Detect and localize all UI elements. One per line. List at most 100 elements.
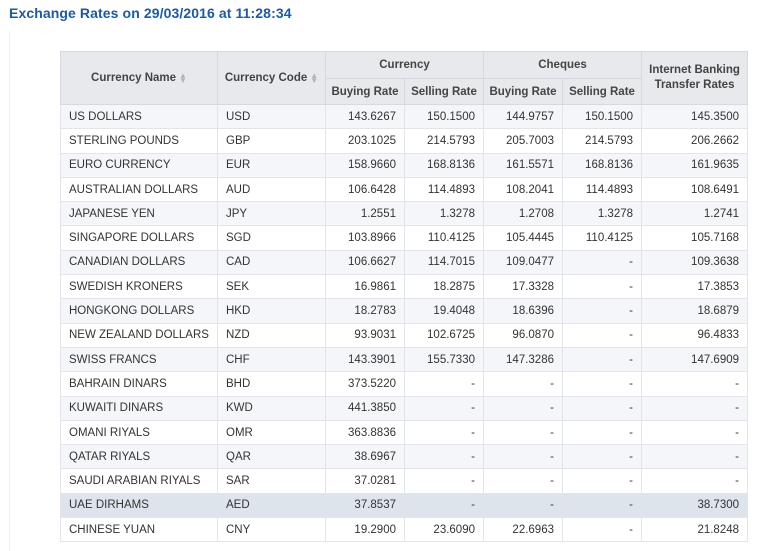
table-row: QATAR RIYALS QAR 38.6967- - - - (60, 444, 749, 470)
currency-buying-rate-cell: 38.6967 (325, 444, 405, 470)
internet-banking-rate-cell: 105.7168 (641, 225, 749, 251)
cheques-selling-rate-cell: 114.4893 (561, 176, 643, 203)
table-row: CANADIAN DOLLARS CAD 106.6627 114.7015 109.0… (60, 249, 749, 276)
currency-code-cell: AUD (217, 176, 326, 203)
internet-banking-rate-cell: 147.6909 (641, 346, 749, 373)
internet-banking-header-line1: Internet Banking (649, 64, 740, 76)
internet-banking-rate-cell: - (641, 468, 749, 494)
currency-name-cell: AUSTRALIAN DOLLARS (60, 176, 218, 203)
currency-selling-rate-cell: 114.7015 (404, 249, 484, 276)
currency-name-cell: QATAR RIYALS (60, 444, 218, 470)
currency-selling-rate-cell: 214.5793 (404, 128, 484, 154)
currency-buying-rate-cell: 203.1025 (325, 128, 405, 154)
currency-selling-rate-cell: 18.2875 (404, 274, 484, 300)
table-row: SWISS FRANCS CHF 143.3901 155.7330 147.3286-… (60, 346, 749, 373)
cheques-buying-rate-cell: 18.6396 (483, 298, 563, 324)
currency-selling-rate-cell: 23.6090 (404, 517, 484, 543)
currency-name-cell: US DOLLARS (60, 103, 218, 130)
column-header-currency-code[interactable]: Currency Code ▲ ▼ (217, 51, 326, 105)
currency-buying-rate-cell: 103.8966 (325, 225, 405, 251)
cheques-selling-rate-cell: 168.8136 (561, 152, 643, 178)
currency-code-cell: GBP (217, 128, 326, 154)
column-header-cheques-buying: Buying Rate (483, 78, 563, 105)
currency-name-cell: SINGAPORE DOLLARS (60, 225, 218, 251)
column-header-currency-code-label: Currency Code (224, 72, 308, 84)
cheques-buying-rate-cell: 161.5571 (483, 152, 563, 178)
currency-selling-rate-cell: 114.4893 (404, 176, 484, 203)
currency-code-cell: HKD (217, 298, 326, 324)
currency-buying-rate-cell: 16.9861 (325, 274, 405, 300)
cheques-buying-rate-cell: 147.3286 (483, 346, 563, 373)
column-header-currency-name-label: Currency Name (91, 72, 177, 84)
currency-name-cell: BAHRAIN DINARS (60, 371, 218, 397)
internet-banking-rate-cell: 161.9635 (641, 152, 749, 178)
table-row: AUSTRALIAN DOLLARS AUD 106.6428 114.4893 108… (60, 176, 749, 203)
cheques-selling-rate-cell: 1.3278 (561, 201, 643, 227)
currency-name-cell: OMANI RIYALS (60, 419, 218, 446)
cheques-buying-rate-cell: 108.2041 (483, 176, 563, 203)
currency-selling-rate-cell: - (404, 444, 484, 470)
table-row: HONGKONG DOLLARS HKD 18.2783 19.4048 18.6396… (60, 298, 749, 324)
currency-name-cell: SAUDI ARABIAN RIYALS (60, 468, 218, 494)
column-group-currency: Currency (325, 51, 484, 79)
currency-name-cell: EURO CURRENCY (60, 152, 218, 178)
table-row: STERLING POUNDS GBP 203.1025 214.5793 205.70… (60, 128, 749, 154)
currency-name-cell: CHINESE YUAN (60, 517, 218, 543)
currency-selling-rate-cell: 110.4125 (404, 225, 484, 251)
table-row: JAPANESE YEN JPY 1.2551 1.3278 1.2708 1.3278 1… (60, 201, 749, 227)
cheques-selling-rate-cell: - (561, 298, 643, 324)
currency-code-cell: CAD (217, 249, 326, 276)
currency-selling-rate-cell: 102.6725 (404, 322, 484, 348)
cheques-buying-rate-cell: 22.6963 (483, 517, 563, 543)
currency-name-cell: STERLING POUNDS (60, 128, 218, 154)
table-row: KUWAITI DINARS KWD 441.3850- - - - (60, 395, 749, 421)
column-header-currency-name[interactable]: Currency Name ▲ ▼ (60, 51, 218, 105)
cheques-selling-rate-cell: - (561, 492, 643, 519)
cheques-buying-rate-cell: 1.2708 (483, 201, 563, 227)
internet-banking-rate-cell: 145.3500 (641, 103, 749, 130)
internet-banking-rate-cell: 38.7300 (641, 492, 749, 519)
currency-code-cell: JPY (217, 201, 326, 227)
currency-buying-rate-cell: 158.9660 (325, 152, 405, 178)
cheques-selling-rate-cell: - (561, 371, 643, 397)
cheques-buying-rate-cell: 105.4445 (483, 225, 563, 251)
currency-buying-rate-cell: 93.9031 (325, 322, 405, 348)
table-row: BAHRAIN DINARS BHD 373.5220- - - - (60, 371, 749, 397)
currency-name-cell: NEW ZEALAND DOLLARS (60, 322, 218, 348)
sort-icon: ▲ ▼ (179, 70, 187, 85)
internet-banking-header-line2: Transfer Rates (654, 79, 735, 91)
internet-banking-rate-cell: - (641, 395, 749, 421)
internet-banking-rate-cell: 96.4833 (641, 322, 749, 348)
currency-code-cell: USD (217, 103, 326, 130)
cheques-buying-rate-cell: - (483, 492, 563, 519)
cheques-selling-rate-cell: - (561, 274, 643, 300)
table-row: SINGAPORE DOLLARS SGD 103.8966 110.4125 105.… (60, 225, 749, 251)
table-row: US DOLLARS USD 143.6267 150.1500 144.9757 150… (60, 103, 749, 130)
currency-code-cell: KWD (217, 395, 326, 421)
cheques-selling-rate-cell: - (561, 395, 643, 421)
currency-buying-rate-cell: 37.8537 (325, 492, 405, 519)
table-row: OMANI RIYALS OMR 363.8836- - - - (60, 419, 749, 446)
cheques-buying-rate-cell: 205.7003 (483, 128, 563, 154)
table-row: CHINESE YUAN CNY 19.2900 23.6090 22.6963-21.… (60, 517, 749, 543)
cheques-selling-rate-cell: - (561, 322, 643, 348)
internet-banking-rate-cell: 1.2741 (641, 201, 749, 227)
currency-selling-rate-cell: 19.4048 (404, 298, 484, 324)
currency-code-cell: CNY (217, 517, 326, 543)
currency-buying-rate-cell: 18.2783 (325, 298, 405, 324)
currency-code-cell: AED (217, 492, 326, 519)
currency-selling-rate-cell: 168.8136 (404, 152, 484, 178)
cheques-selling-rate-cell: - (561, 468, 643, 494)
currency-selling-rate-cell: 150.1500 (404, 103, 484, 130)
currency-selling-rate-cell: 1.3278 (404, 201, 484, 227)
currency-buying-rate-cell: 1.2551 (325, 201, 405, 227)
currency-buying-rate-cell: 37.0281 (325, 468, 405, 494)
content-divider (9, 31, 10, 551)
cheques-selling-rate-cell: 110.4125 (561, 225, 643, 251)
internet-banking-rate-cell: 109.3638 (641, 249, 749, 276)
exchange-rates-table: Currency Name ▲ ▼ Currency Code ▲ ▼ Currency… (60, 51, 749, 543)
internet-banking-rate-cell: 206.2662 (641, 128, 749, 154)
cheques-buying-rate-cell: - (483, 371, 563, 397)
currency-selling-rate-cell: 155.7330 (404, 346, 484, 373)
cheques-selling-rate-cell: - (561, 249, 643, 276)
